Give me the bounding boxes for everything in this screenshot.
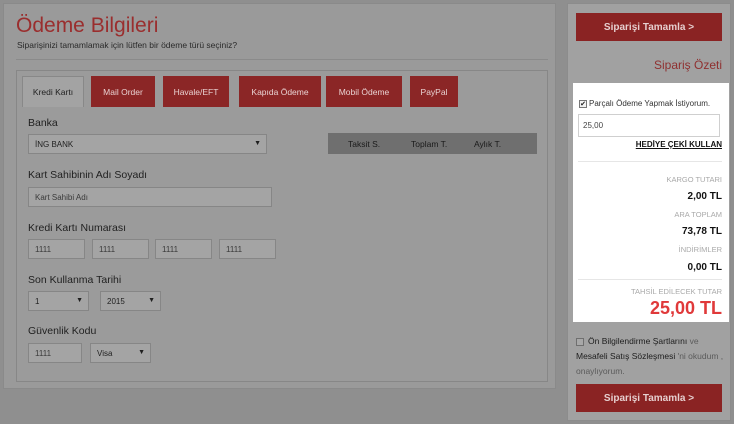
gift-voucher-link[interactable]: HEDİYE ÇEKİ KULLAN	[636, 140, 722, 149]
tab-mail-order[interactable]: Mail Order	[91, 76, 155, 107]
card-number-label: Kredi Kartı Numarası	[28, 222, 127, 234]
installment-col-total: Toplam T.	[411, 139, 448, 149]
discount-value: 0,00 TL	[687, 262, 722, 273]
partial-payment-label: Parçalı Ödeme Yapmak İstiyorum.	[589, 99, 711, 108]
tab-cash-on-delivery[interactable]: Kapıda Ödeme	[239, 76, 321, 107]
page-subtitle: Siparişinizi tamamlamak için lütfen bir …	[17, 40, 238, 50]
card-type-select[interactable]: Visa ▼	[90, 343, 151, 363]
card-number-part-3[interactable]: 1111	[155, 239, 212, 259]
bank-label: Banka	[28, 117, 58, 129]
payment-panel: Ödeme Bilgileri Siparişinizi tamamlamak …	[3, 3, 556, 389]
tab-credit-card[interactable]: Kredi Kartı	[22, 76, 84, 107]
order-summary-title: Sipariş Özeti	[653, 58, 722, 72]
partial-amount-input[interactable]: 25,00	[578, 114, 720, 137]
partial-payment-row[interactable]: ✔ Parçalı Ödeme Yapmak İstiyorum.	[579, 99, 710, 108]
expiry-year-value: 2015	[107, 296, 125, 306]
expiry-month-value: 1	[35, 296, 40, 306]
expiry-year-select[interactable]: 2015 ▼	[100, 291, 161, 311]
pre-info-terms-link[interactable]: Ön Bilgilendirme Şartlarını	[588, 336, 687, 346]
terms-agreement: Ön Bilgilendirme Şartlarını ve Mesafeli …	[576, 334, 726, 379]
installment-col-count: Taksit S.	[348, 139, 381, 149]
complete-order-button-top[interactable]: Siparişi Tamamla >	[576, 13, 722, 41]
card-number-part-2[interactable]: 1111	[92, 239, 149, 259]
chevron-down-icon: ▼	[148, 297, 155, 304]
subtotal-value: 73,78 TL	[681, 226, 722, 237]
complete-order-button-bottom[interactable]: Siparişi Tamamla >	[576, 384, 722, 412]
payment-form: Kredi Kartı Mail Order Havale/EFT Kapıda…	[16, 70, 548, 382]
divider	[16, 59, 548, 60]
installment-col-monthly: Aylık T.	[474, 139, 502, 149]
card-holder-label: Kart Sahibinin Adı Soyadı	[28, 169, 148, 181]
tab-paypal[interactable]: PayPal	[410, 76, 458, 107]
card-number-part-4[interactable]: 1111	[219, 239, 276, 259]
total-value: 25,00 TL	[649, 298, 722, 318]
tab-mobile-payment[interactable]: Mobil Ödeme	[326, 76, 402, 107]
divider	[578, 161, 722, 162]
chevron-down-icon: ▼	[138, 349, 145, 356]
installment-table-header: Taksit S. Toplam T. Aylık T.	[328, 133, 537, 154]
total-label: TAHSİL EDİLECEK TUTAR	[631, 287, 722, 296]
divider	[578, 279, 722, 280]
distance-sales-contract-link[interactable]: Mesafeli Satış Sözleşmesi	[576, 351, 675, 361]
cargo-label: KARGO TUTARI	[666, 175, 722, 184]
card-type-value: Visa	[97, 348, 113, 358]
bank-select[interactable]: İNG BANK ▼	[28, 134, 267, 154]
discount-label: İNDİRİMLER	[678, 245, 722, 254]
security-code-label: Güvenlik Kodu	[28, 325, 97, 337]
terms-checkbox[interactable]	[576, 337, 584, 346]
expiry-month-select[interactable]: 1 ▼	[28, 291, 89, 311]
page-title: Ödeme Bilgileri	[16, 14, 159, 37]
security-code-input[interactable]: 1111	[28, 343, 82, 363]
card-holder-input[interactable]: Kart Sahibi Adı	[28, 187, 272, 207]
partial-payment-checkbox[interactable]: ✔	[579, 99, 587, 108]
tab-havale-eft[interactable]: Havale/EFT	[163, 76, 229, 107]
card-number-part-1[interactable]: 1111	[28, 239, 85, 259]
chevron-down-icon: ▼	[254, 140, 261, 147]
subtotal-label: ARA TOPLAM	[674, 210, 722, 219]
order-summary-card: ✔ Parçalı Ödeme Yapmak İstiyorum. 25,00 …	[573, 83, 729, 322]
chevron-down-icon: ▼	[76, 297, 83, 304]
terms-and-text: ve	[689, 336, 699, 346]
expiry-label: Son Kullanma Tarihi	[28, 274, 122, 286]
bank-select-value: İNG BANK	[35, 139, 74, 149]
cargo-value: 2,00 TL	[687, 191, 722, 202]
